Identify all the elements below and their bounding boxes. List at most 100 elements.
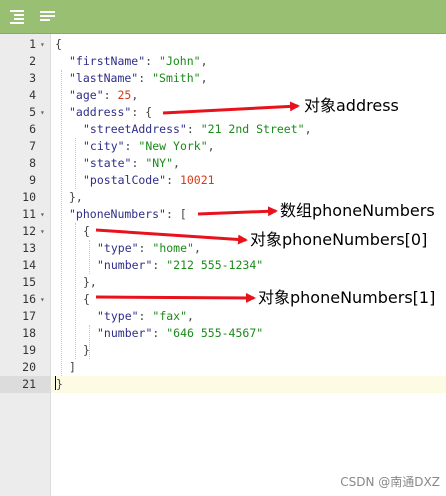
code-line[interactable]: "streetAddress": "21 2nd Street", — [51, 121, 446, 138]
json-key: "streetAddress" — [83, 122, 187, 136]
line-number: 20 — [0, 359, 50, 376]
line-number: 14 — [0, 257, 50, 274]
compact-lines-icon[interactable] — [39, 8, 57, 26]
code-line[interactable]: "state": "NY", — [51, 155, 446, 172]
json-colon: : — [186, 122, 201, 136]
json-value: "home" — [152, 241, 194, 255]
json-key: "age" — [69, 88, 104, 102]
code-line[interactable]: } — [51, 376, 446, 393]
code-line[interactable]: { — [51, 36, 446, 53]
json-key: "address" — [69, 105, 132, 119]
code-bracket: } — [83, 343, 90, 357]
json-key: "number" — [97, 326, 153, 340]
line-number: 2 — [0, 53, 50, 70]
code-line[interactable]: "number": "212 555-1234" — [51, 257, 446, 274]
json-value: "NY" — [145, 156, 174, 170]
json-key: "number" — [97, 258, 153, 272]
line-number: 1 ▾ — [0, 36, 50, 53]
json-key: "phoneNumbers" — [69, 207, 166, 221]
line-number-label: 13 — [22, 241, 36, 255]
json-editor-window: 1 ▾ 2 3 4 5 ▾ 6 7 8 9 10 11 ▾ 12 ▾ 13 14 15 16 ▾ 17 18 19 20 21 {… — [0, 0, 446, 496]
json-punctuation: , — [304, 122, 312, 136]
json-punctuation: , — [173, 156, 180, 170]
code-line[interactable]: "number": "646 555-4567" — [51, 325, 446, 342]
line-number: 17 — [0, 308, 50, 325]
line-number: 8 — [0, 155, 50, 172]
line-number-label: 8 — [29, 156, 36, 170]
json-key: "city" — [83, 139, 125, 153]
line-number: 12 ▾ — [0, 223, 50, 240]
json-value: "21 2nd Street" — [200, 122, 305, 136]
line-number-label: 10 — [22, 190, 36, 204]
annotation-phone-1: 对象phoneNumbers[1] — [258, 288, 436, 307]
code-bracket: }, — [69, 190, 83, 204]
code-line[interactable]: "city": "New York", — [51, 138, 446, 155]
json-value: "John" — [159, 54, 201, 68]
line-number-label: 12 — [22, 224, 36, 238]
line-number: 4 — [0, 87, 50, 104]
line-number: 9 — [0, 172, 50, 189]
line-number-gutter: 1 ▾ 2 3 4 5 ▾ 6 7 8 9 10 11 ▾ 12 ▾ 13 14 15 16 ▾ 17 18 19 20 21 — [0, 34, 51, 496]
json-colon: : — [138, 309, 153, 323]
line-number-label: 4 — [29, 88, 36, 102]
format-lines-icon[interactable] — [9, 8, 27, 26]
code-line[interactable]: ] — [51, 359, 446, 376]
line-number-label: 19 — [22, 343, 36, 357]
json-colon: : — [138, 241, 153, 255]
annotation-phone-0: 对象phoneNumbers[0] — [250, 230, 428, 249]
line-number-label: 3 — [29, 71, 36, 85]
fold-toggle-icon[interactable]: ▾ — [40, 36, 45, 53]
line-number: 5 ▾ — [0, 104, 50, 121]
json-key: "type" — [97, 309, 139, 323]
editor-toolbar — [0, 0, 446, 34]
json-value: "212 555-1234" — [166, 258, 264, 272]
json-value: "fax" — [152, 309, 188, 323]
line-number: 3 — [0, 70, 50, 87]
code-bracket: { — [83, 224, 90, 238]
json-punctuation: , — [187, 309, 194, 323]
code-line[interactable]: "postalCode": 10021 — [51, 172, 446, 189]
line-number-label: 1 — [29, 37, 36, 51]
annotation-address: 对象address — [304, 96, 399, 115]
json-value: "New York" — [138, 139, 208, 153]
fold-toggle-icon[interactable]: ▾ — [40, 206, 45, 223]
line-number: 7 — [0, 138, 50, 155]
json-colon: : — [103, 88, 118, 102]
json-punctuation: : { — [131, 105, 153, 119]
json-punctuation: , — [131, 88, 139, 102]
json-key: "firstName" — [69, 54, 146, 68]
json-punctuation: , — [193, 241, 201, 255]
json-value: 25 — [117, 88, 132, 102]
code-line[interactable]: } — [51, 342, 446, 359]
json-punctuation: : [ — [165, 207, 187, 221]
line-number-label: 17 — [22, 309, 36, 323]
line-number-label: 9 — [29, 173, 36, 187]
json-value: "Smith" — [152, 71, 201, 85]
json-key: "state" — [83, 156, 132, 170]
json-key: "type" — [97, 241, 139, 255]
json-punctuation: , — [200, 54, 208, 68]
line-number: 10 — [0, 189, 50, 206]
code-line[interactable]: "firstName": "John", — [51, 53, 446, 70]
fold-toggle-icon[interactable]: ▾ — [40, 291, 45, 308]
json-colon: : — [152, 326, 167, 340]
code-line[interactable]: "type": "fax", — [51, 308, 446, 325]
json-colon: : — [166, 173, 180, 187]
code-line[interactable]: "lastName": "Smith", — [51, 70, 446, 87]
json-punctuation: , — [207, 139, 215, 153]
line-number-label: 21 — [22, 377, 36, 391]
fold-toggle-icon[interactable]: ▾ — [40, 104, 45, 121]
line-number-label: 16 — [22, 292, 36, 306]
line-number: 19 — [0, 342, 50, 359]
json-colon: : — [124, 139, 139, 153]
json-value: "646 555-4567" — [166, 326, 264, 340]
code-bracket: ] — [69, 360, 76, 374]
fold-toggle-icon[interactable]: ▾ — [40, 223, 45, 240]
line-number: 18 — [0, 325, 50, 342]
line-number-label: 5 — [29, 105, 36, 119]
watermark: CSDN @南通DXZ — [340, 475, 440, 489]
line-number-label: 11 — [22, 207, 36, 221]
line-number: 15 — [0, 274, 50, 291]
line-number-label: 18 — [22, 326, 36, 340]
line-number: 6 — [0, 121, 50, 138]
